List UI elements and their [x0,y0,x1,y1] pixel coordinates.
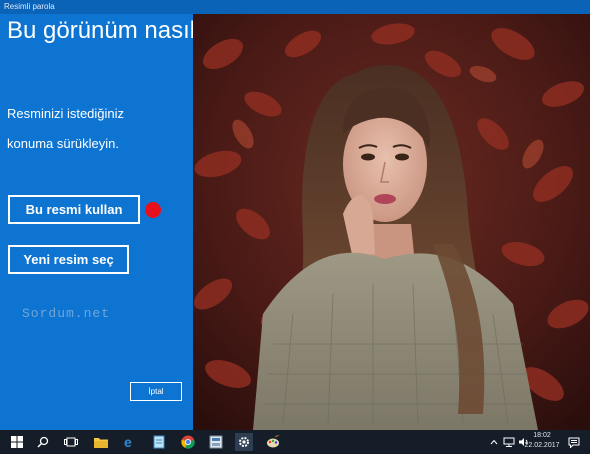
window-titlebar: Resimli parola [0,0,590,14]
portrait-photo [193,14,590,430]
watermark-text: Sordum.net [22,306,111,321]
picture-preview[interactable] [193,14,590,430]
red-marker-dot [145,202,161,218]
svg-text:e: e [124,435,132,449]
settings-icon[interactable] [235,433,253,451]
window-title: Resimli parola [4,2,55,11]
clock-time[interactable]: 18:02 [520,432,564,439]
paint-icon[interactable] [264,433,282,451]
instruction-line-2: konuma sürükleyin. [7,136,119,151]
task-view-icon[interactable] [62,433,80,451]
notification-center-icon[interactable] [566,433,582,451]
instruction-line-1: Resminizi istediğiniz [7,106,125,121]
network-icon[interactable] [502,433,516,451]
taskbar: e 18:02 22.02.2017 [0,430,590,454]
chrome-icon[interactable] [179,433,197,451]
windows-start-icon[interactable] [8,433,26,451]
file-explorer-icon[interactable] [92,433,110,451]
edge-icon[interactable]: e [121,433,139,451]
search-icon[interactable] [34,433,52,451]
choose-new-picture-button[interactable]: Yeni resim seç [8,245,129,274]
page-title: Bu görünüm nasıl? [7,17,209,44]
use-this-picture-button[interactable]: Bu resmi kullan [8,195,140,224]
app-icon[interactable] [207,433,225,451]
notepad-icon[interactable] [150,433,168,451]
cancel-button[interactable]: İptal [130,382,182,401]
clock-date[interactable]: 22.02.2017 [520,442,564,449]
chevron-up-icon[interactable] [488,433,500,451]
